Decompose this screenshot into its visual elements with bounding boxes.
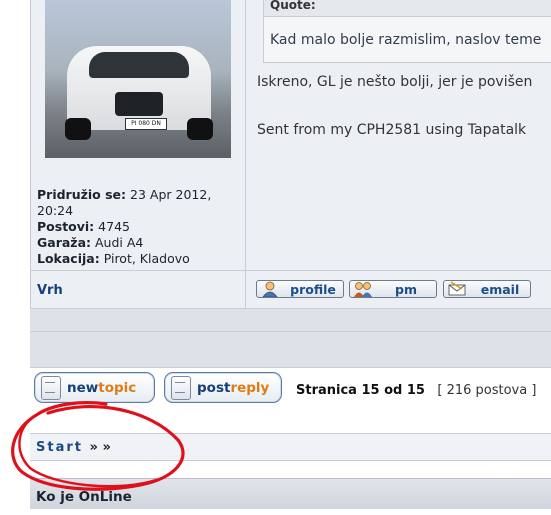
garage-value: Audi A4	[95, 235, 144, 250]
post-signature: Sent from my CPH2581 using Tapatalk	[257, 122, 527, 138]
new-topic-label-b: topic	[98, 379, 137, 396]
breadcrumb-start-link[interactable]: Start	[36, 440, 83, 455]
poster-profile-column: PI 080 DN Pridružio se: 23 Apr 2012, 20:…	[31, 0, 245, 270]
separator-line	[30, 331, 551, 332]
location-value: Pirot, Kladovo	[103, 251, 190, 266]
document-icon	[41, 375, 61, 400]
breadcrumb-arrows: » »	[89, 440, 111, 455]
profile-button[interactable]: profile	[256, 280, 344, 298]
page-indicator: Stranica 15 od 15	[296, 383, 425, 398]
car-photo-windshield	[89, 52, 189, 78]
user-avatar: PI 080 DN	[45, 0, 231, 158]
post-reply-label-a: post	[197, 379, 231, 396]
post-reply-label-b: reply	[230, 379, 270, 396]
garage-label: Garaža:	[37, 235, 92, 250]
pagination-info: Stranica 15 od 15 [ 216 postova ]	[296, 383, 536, 398]
license-plate: PI 080 DN	[125, 118, 167, 130]
back-to-top-link[interactable]: Vrh	[37, 283, 63, 298]
new-topic-label-a: new	[67, 379, 99, 396]
post-body-text: Iskreno, GL je nešto bolji, jer je poviš…	[257, 74, 533, 90]
posts-label: Postovi:	[37, 219, 95, 234]
row-divider	[31, 270, 551, 271]
user-details: Pridružio se: 23 Apr 2012, 20:24 Postovi…	[37, 187, 237, 267]
document-icon	[171, 375, 191, 400]
joined-value: 23 Apr 2012,	[130, 187, 212, 202]
envelope-icon	[448, 281, 466, 296]
car-photo-wheel	[65, 118, 91, 140]
quote-body: Kad malo bolje razmislim, naslov teme	[263, 16, 551, 63]
pm-label: pm	[395, 281, 417, 297]
column-divider	[245, 0, 246, 308]
profile-label: profile	[290, 281, 336, 297]
location-label: Lokacija:	[37, 251, 100, 266]
pm-button[interactable]: pm	[349, 280, 437, 298]
joined-label: Pridružio se:	[37, 187, 127, 202]
car-photo-wheel	[187, 118, 213, 140]
user-icon	[262, 281, 278, 297]
email-button[interactable]: email	[443, 280, 531, 298]
who-is-online-header: Ko je OnLine	[30, 478, 551, 509]
breadcrumb: Start » »	[30, 433, 551, 461]
post-reply-button[interactable]: post reply	[164, 372, 282, 403]
post-separator-band	[30, 308, 551, 368]
who-is-online-title: Ko je OnLine	[36, 489, 132, 505]
quote-header: Quote:	[263, 0, 551, 16]
posts-value: 4745	[98, 219, 130, 234]
users-icon	[354, 282, 372, 297]
new-topic-button[interactable]: new topic	[34, 372, 155, 403]
post-count: [ 216 postova ]	[437, 383, 537, 398]
forum-post: PI 080 DN Pridružio se: 23 Apr 2012, 20:…	[30, 0, 551, 308]
post-body: Iskreno, GL je nešto bolji, jer je poviš…	[257, 74, 551, 90]
car-photo-grille	[115, 92, 163, 116]
email-label: email	[480, 281, 520, 297]
joined-time: 20:24	[37, 203, 74, 218]
